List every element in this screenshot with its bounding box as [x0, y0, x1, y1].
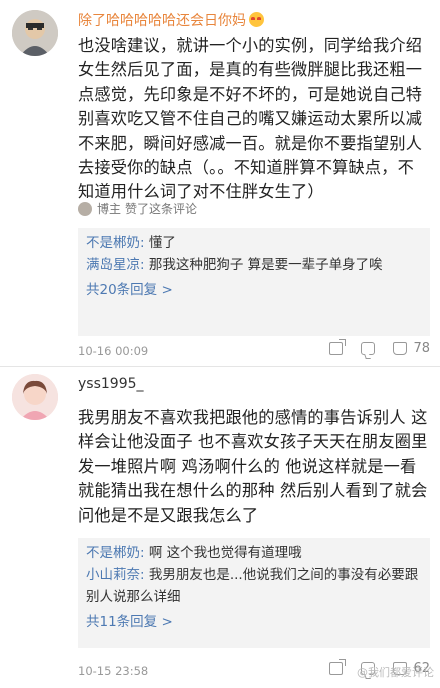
like-count: 78: [413, 341, 430, 356]
reply-item[interactable]: 满岛星凉: 那我这种肥狗子 算是要一辈子单身了唉: [86, 254, 422, 276]
like-icon[interactable]: [393, 342, 408, 355]
reply-author[interactable]: 小山莉奈:: [86, 567, 145, 583]
comment-text: 也没啥建议，就讲一个小的实例，同学给我介绍女生然后见了面，是真的有些微胖腿比我还…: [78, 36, 423, 202]
reply-item[interactable]: 不是郴奶: 啊 这个我也觉得有道理哦: [86, 542, 422, 564]
reply-box: 不是郴奶: 懂了 满岛星凉: 那我这种肥狗子 算是要一辈子单身了唉 共20条回复…: [78, 228, 430, 336]
author-avatar: [78, 202, 92, 216]
timestamp: 10-16 00:09: [78, 344, 149, 358]
author-label: 博主: [97, 202, 122, 216]
avatar[interactable]: [12, 10, 58, 56]
reply-author[interactable]: 不是郴奶:: [86, 235, 145, 251]
reply-item[interactable]: 不是郴奶: 懂了: [86, 232, 422, 254]
avatar[interactable]: [12, 374, 58, 420]
comment-text: 我男朋友不喜欢我把跟他的感情的事告诉别人 这样会让他没面子 也不喜欢女孩子天天在…: [78, 408, 428, 525]
reply-author[interactable]: 满岛星凉:: [86, 257, 145, 273]
reply-box: 不是郴奶: 啊 这个我也觉得有道理哦 小山莉奈: 我男朋友也是...他说我们之间…: [78, 538, 430, 648]
reply-author[interactable]: 不是郴奶:: [86, 545, 145, 561]
username-text[interactable]: 除了哈哈哈哈哈还会日你妈: [78, 13, 246, 29]
watermark: @我们都爱评论: [357, 666, 434, 679]
laughing-emoji-icon: [249, 12, 264, 27]
timestamp: 10-15 23:58: [78, 664, 149, 678]
comment-icon[interactable]: [361, 342, 376, 355]
share-icon[interactable]: [329, 339, 347, 355]
reply-item[interactable]: 小山莉奈: 我男朋友也是...他说我们之间的事没有必要跟别人说那么详细: [86, 564, 422, 608]
author-like-indicator: 博主 赞了这条评论: [78, 200, 201, 217]
more-replies-link[interactable]: 共11条回复 >: [86, 610, 422, 634]
comment-actions: 78: [311, 339, 430, 356]
reply-text: 那我这种肥狗子 算是要一辈子单身了唉: [144, 257, 383, 273]
author-like-text: 赞了这条评论: [125, 202, 198, 216]
reply-text: 懂了: [144, 235, 176, 251]
share-icon[interactable]: [329, 659, 347, 675]
username[interactable]: yss1995_: [78, 376, 144, 392]
username[interactable]: 除了哈哈哈哈哈还会日你妈: [78, 10, 264, 30]
more-replies-link[interactable]: 共20条回复 >: [86, 278, 422, 302]
comment-card: yss1995_ 我男朋友不喜欢我把跟他的感情的事告诉别人 这样会让他没面子 也…: [0, 364, 440, 688]
comment-card: 除了哈哈哈哈哈还会日你妈 也没啥建议，就讲一个小的实例，同学给我介绍女生然后见了…: [0, 0, 440, 364]
reply-text: 啊 这个我也觉得有道理哦: [144, 545, 302, 561]
